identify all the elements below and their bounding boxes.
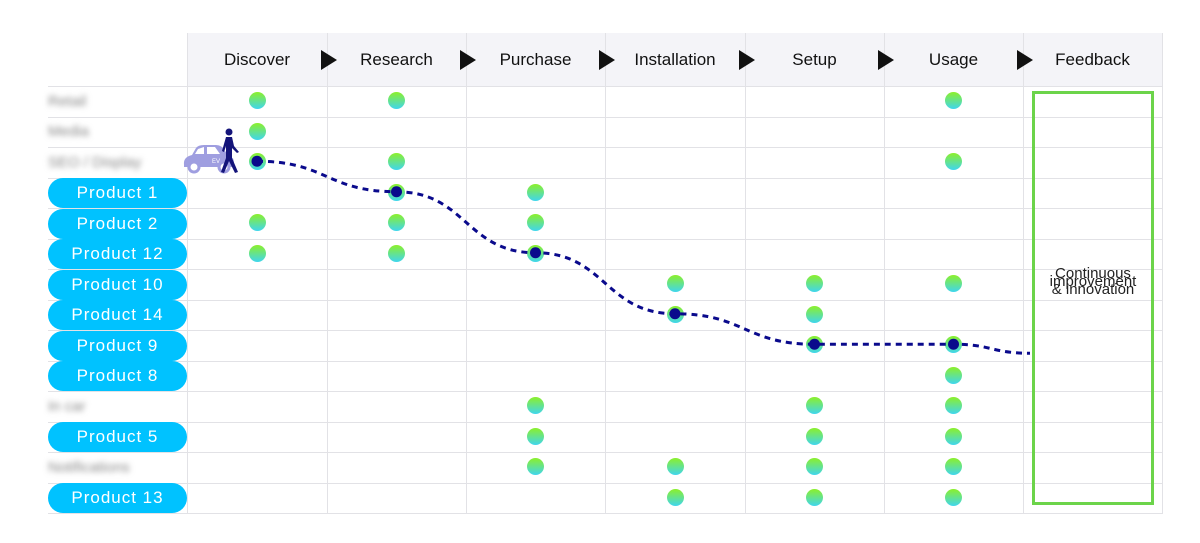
journey-node [251, 155, 263, 167]
journey-path [256, 159, 1031, 355]
journey-path-layer: EV [183, 128, 1031, 355]
journey-nodes [251, 155, 959, 350]
journey-node [391, 186, 402, 198]
customer-journey-map: Discover Research Purchase Installation Setu… [0, 0, 1200, 543]
journey-node [809, 338, 820, 350]
journey-node [669, 308, 681, 320]
journey-node [530, 247, 541, 259]
journey-node [948, 338, 959, 350]
ev-badge: EV [212, 159, 220, 165]
